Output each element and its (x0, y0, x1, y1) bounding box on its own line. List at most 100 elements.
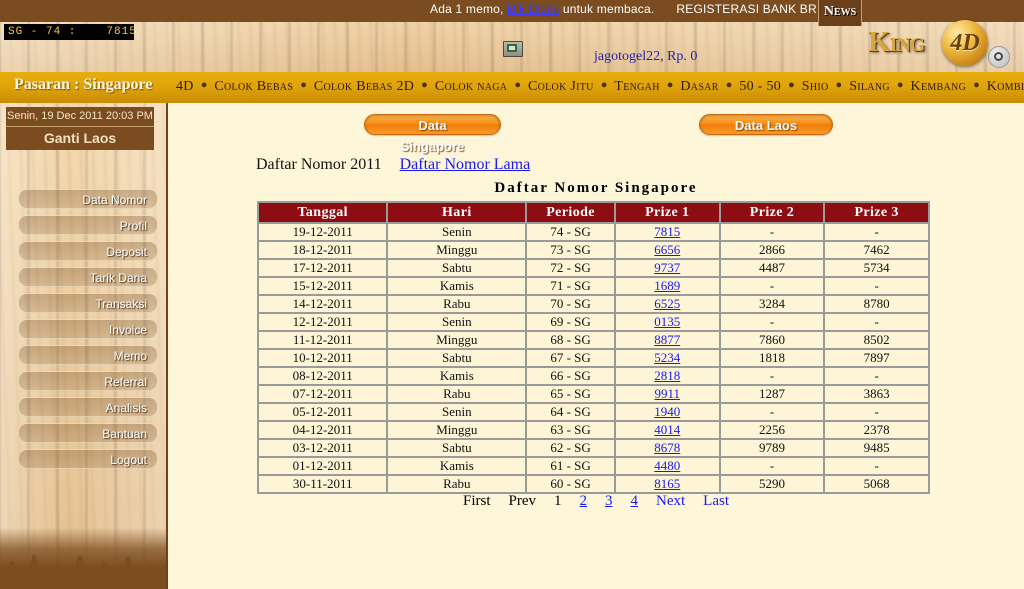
table-header-row: Tanggal Hari Periode Prize 1 Prize 2 Prize 3 (259, 203, 928, 222)
sidebar-ganti-laos-button[interactable]: Ganti Laos (6, 127, 154, 150)
nav-separator: ● (514, 79, 521, 91)
news-klik-disini-link[interactable]: klik Disini (507, 2, 559, 16)
nav-item-tengah[interactable]: Tengah (614, 79, 659, 94)
cell-prize1: 6656 (615, 242, 719, 258)
cell-prize2: 7860 (720, 332, 824, 348)
cell-prize1: 9737 (615, 260, 719, 276)
nav-item-kembang[interactable]: Kembang (911, 79, 967, 94)
table-row: 11-12-2011 Minggu 68 - SG 8877 7860 8502 (259, 332, 928, 348)
sidebar-item-profil[interactable]: Profil (18, 215, 158, 235)
nav-separator: ● (600, 79, 608, 91)
sidebar-item-analisis[interactable]: Analisis (18, 397, 158, 417)
nav-item-colok-bebas-2d[interactable]: Colok Bebas 2D (314, 79, 414, 94)
prize1-link[interactable]: 9911 (655, 386, 681, 401)
table-col-tanggal: Tanggal (259, 203, 387, 222)
prize1-link[interactable]: 0135 (654, 314, 680, 329)
pagination-page-4[interactable]: 4 (631, 493, 639, 510)
sidebar-item-tarik-dana[interactable]: Tarik Dana (18, 267, 158, 287)
nav-item-colok-naga[interactable]: Colok naga (435, 79, 508, 94)
daftar-nomor-lama-link[interactable]: Daftar Nomor Lama (400, 156, 531, 173)
cell-prize1: 9911 (615, 386, 719, 402)
sidebar-item-memo[interactable]: Memo (18, 345, 158, 365)
cell-prize1: 8877 (615, 332, 719, 348)
nav-item-shio[interactable]: Shio (802, 79, 829, 94)
cell-hari: Kamis (388, 458, 526, 474)
cell-tanggal: 07-12-2011 (259, 386, 387, 402)
cell-hari: Kamis (388, 368, 526, 384)
nav-item-silang[interactable]: Silang (849, 79, 890, 94)
cell-tanggal: 12-12-2011 (259, 314, 387, 330)
cell-tanggal: 01-12-2011 (259, 458, 387, 474)
prize1-link[interactable]: 8165 (654, 476, 680, 491)
nav-item-kombinasi[interactable]: Kombinasi (987, 79, 1024, 94)
cell-prize1: 8165 (615, 476, 719, 492)
pagination-last[interactable]: Last (703, 493, 729, 510)
prize1-link[interactable]: 5234 (654, 350, 680, 365)
nav-item-4d[interactable]: 4D (176, 79, 194, 94)
table-row: 17-12-2011 Sabtu 72 - SG 9737 4487 5734 (259, 260, 928, 276)
table-row: 18-12-2011 Minggu 73 - SG 6656 2866 7462 (259, 242, 928, 258)
pagination-page-3[interactable]: 3 (605, 493, 613, 510)
cell-prize1: 8678 (615, 440, 719, 456)
pagination-next[interactable]: Next (656, 493, 685, 510)
tab-data-laos[interactable]: Data Laos (699, 114, 833, 135)
nav-separator: ● (725, 79, 733, 91)
prize1-link[interactable]: 8877 (654, 332, 680, 347)
prize1-link[interactable]: 6525 (654, 296, 680, 311)
cell-periode: 61 - SG (527, 458, 614, 474)
sidebar-item-referral[interactable]: Referral (18, 371, 158, 391)
tab-data-singapore[interactable]: Data Singapore (364, 114, 501, 154)
cell-hari: Sabtu (388, 440, 526, 456)
sidebar-item-logout[interactable]: Logout (18, 449, 158, 469)
sidebar-item-bantuan[interactable]: Bantuan (18, 423, 158, 443)
prize1-link[interactable]: 9737 (654, 260, 680, 275)
cell-prize1: 1940 (615, 404, 719, 420)
cell-prize2: 9789 (720, 440, 824, 456)
pagination-page-2[interactable]: 2 (580, 493, 588, 510)
cell-prize2: 2256 (720, 422, 824, 438)
nav-separator: ● (421, 79, 428, 91)
cell-periode: 70 - SG (527, 296, 614, 312)
cell-hari: Sabtu (388, 260, 526, 276)
table-body: 19-12-2011 Senin 74 - SG 7815 - -18-12-2011 M… (259, 224, 928, 492)
sidebar-item-invoice[interactable]: Invoice (18, 319, 158, 339)
seal-icon (988, 46, 1010, 68)
table-row: 15-12-2011 Kamis 71 - SG 1689 -- (259, 278, 928, 294)
nav-links: 4D ● Colok Bebas ● Colok Bebas 2D ● Colok naga… (176, 79, 1024, 95)
cell-prize3: 7897 (825, 350, 928, 366)
cell-prize1: 1689 (615, 278, 719, 294)
cell-periode: 68 - SG (527, 332, 614, 348)
nav-separator: ● (788, 79, 795, 91)
nav-item-colok-jitu[interactable]: Colok Jitu (528, 79, 594, 94)
left-sidebar: Senin, 19 Dec 2011 20:03 PM Ganti Laos D… (0, 103, 168, 589)
prize1-link[interactable]: 6656 (654, 242, 680, 257)
table-row: 14-12-2011 Rabu 70 - SG 6525 3284 8780 (259, 296, 928, 312)
cell-prize2: - (720, 278, 824, 294)
sidebar-item-transaksi[interactable]: Transaksi (18, 293, 158, 313)
nav-item-dasar[interactable]: Dasar (680, 79, 718, 94)
nav-item-colok-bebas[interactable]: Colok Bebas (214, 79, 293, 94)
news-marquee-text: Ada 1 memo, klik Disini untuk membaca. RE… (430, 2, 817, 16)
cell-prize1: 4480 (615, 458, 719, 474)
prize1-link[interactable]: 4480 (654, 458, 680, 473)
cell-prize3: - (825, 278, 928, 294)
envelope-icon[interactable] (503, 41, 523, 57)
prize1-link[interactable]: 1940 (654, 404, 680, 419)
ticker-value: 7815 (106, 26, 134, 38)
cell-tanggal: 19-12-2011 (259, 224, 387, 240)
site-logo[interactable]: King 4D (868, 20, 1018, 68)
prize1-link[interactable]: 4014 (654, 422, 680, 437)
cell-tanggal: 03-12-2011 (259, 440, 387, 456)
cell-periode: 67 - SG (527, 350, 614, 366)
prize1-link[interactable]: 1689 (654, 278, 680, 293)
prize1-link[interactable]: 8678 (654, 440, 680, 455)
table-col-hari: Hari (388, 203, 526, 222)
prize1-link[interactable]: 2818 (654, 368, 680, 383)
sidebar-item-deposit[interactable]: Deposit (18, 241, 158, 261)
cell-hari: Minggu (388, 332, 526, 348)
table-title: Daftar Nomor Singapore (494, 180, 698, 196)
sidebar-item-data-nomor[interactable]: Data Nomor (18, 189, 158, 209)
nav-item-50-50[interactable]: 50 - 50 (739, 79, 781, 94)
cell-periode: 66 - SG (527, 368, 614, 384)
prize1-link[interactable]: 7815 (654, 224, 680, 239)
